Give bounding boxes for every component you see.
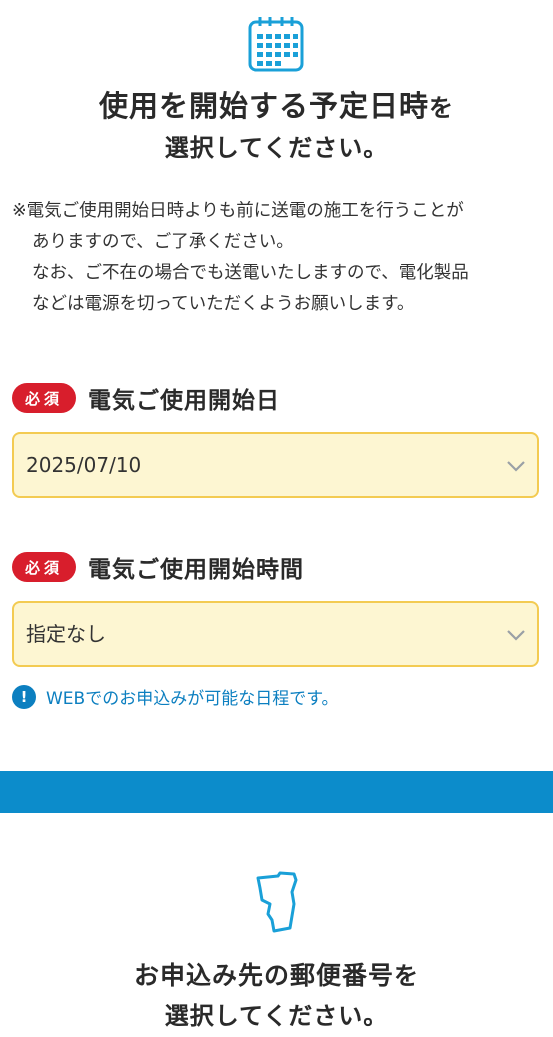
info-icon: ! (12, 684, 36, 709)
section2-title-line2: 選択してください。 (0, 998, 553, 1037)
notice-text: ※電気ご使用開始日時よりも前に送電の施工を行うことが ありますので、ご了承くださ… (12, 196, 542, 320)
chevron-down-icon (507, 461, 525, 472)
required-badge: 必須 (12, 552, 76, 582)
section-divider (0, 771, 553, 813)
section1-title-line2-text: 選択してください。 (164, 134, 389, 162)
notice-line: なお、ご不在の場合でも送電いたしますので、電化製品 (32, 263, 469, 283)
map-region-icon (256, 871, 298, 933)
start-time-label-text: 電気ご使用開始時間 (88, 557, 304, 583)
section1-title-particle: を (429, 94, 454, 122)
start-time-value: 指定なし (26, 622, 106, 646)
section2-title-line2-text: 選択してください。 (164, 1002, 389, 1030)
section2-title-main: お申込み先の郵便番号 (133, 961, 394, 990)
section1-title-main: 使用を開始する予定日時 (98, 89, 429, 123)
start-time-select[interactable]: 指定なし (12, 601, 539, 667)
start-date-label: 必須 電気ご使用開始日 (12, 381, 280, 415)
info-text: WEBでのお申込みが可能な日程です。 (46, 689, 339, 709)
required-badge: 必須 (12, 383, 76, 413)
notice-line: ありますので、ご了承ください。 (32, 232, 294, 252)
section2-title-particle: を (394, 962, 419, 990)
calendar-icon (248, 17, 304, 72)
start-date-label-text: 電気ご使用開始日 (88, 388, 280, 414)
start-date-value: 2025/07/10 (26, 453, 142, 477)
start-time-label: 必須 電気ご使用開始時間 (12, 550, 304, 584)
section2-title-line1: お申込み先の郵便番号を (0, 958, 553, 997)
notice-line: などは電源を切っていただくようお願いします。 (32, 294, 415, 314)
section1-title-line2: 選択してください。 (0, 130, 553, 169)
start-date-select[interactable]: 2025/07/10 (12, 432, 539, 498)
info-message: ! WEBでのお申込みが可能な日程です。 (12, 684, 339, 709)
notice-line: ※電気ご使用開始日時よりも前に送電の施工を行うことが (12, 201, 464, 221)
section1-title-line1: 使用を開始する予定日時を (0, 88, 553, 129)
chevron-down-icon (507, 630, 525, 641)
